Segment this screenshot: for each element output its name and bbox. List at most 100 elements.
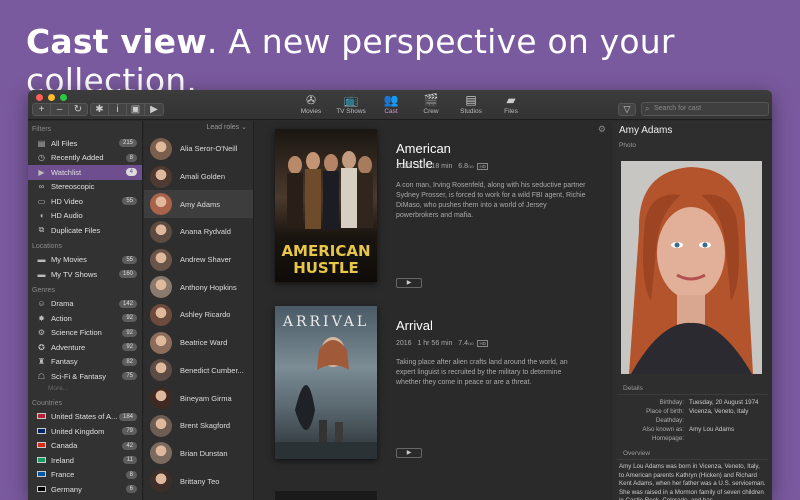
view-tabs: ✇ Movies 📺 TV Shows 👥 Cast 🎬 Crew ▤ Studios ▰ Files [293, 93, 529, 115]
action-button-3[interactable]: ▶ [145, 104, 163, 115]
tab-crew[interactable]: 🎬 Crew [413, 93, 449, 115]
clapper-icon: ▤ [465, 93, 477, 107]
count-badge: 82 [122, 357, 137, 366]
sidebar-item-hd-audio[interactable]: ◖ HD Audio [28, 209, 142, 224]
cast-list-header[interactable]: Lead roles ⌄ [144, 121, 253, 135]
sidebar-item-action[interactable]: ✸ Action 92 [28, 311, 142, 326]
tab-label: Files [504, 108, 518, 115]
tab-studios[interactable]: ▤ Studios [453, 93, 489, 115]
detail-value: Vicenza, Veneto, Italy [689, 408, 749, 415]
avatar [150, 470, 172, 493]
sidebar-item-label: Recently Added [51, 153, 104, 163]
play-trailer-button[interactable]: ▶ [396, 448, 422, 458]
sidebar-item-adventure[interactable]: ✪ Adventure 92 [28, 340, 142, 355]
action-button-0[interactable]: ✱ [91, 104, 109, 115]
edit-button-1[interactable]: – [51, 104, 69, 115]
cast-list-item[interactable]: Andrew Shaver [144, 246, 253, 274]
edit-button-0[interactable]: + [33, 104, 51, 115]
movie-title[interactable]: Arrival [396, 318, 433, 333]
tab-files[interactable]: ▰ Files [493, 93, 529, 115]
tab-label: Cast [384, 108, 398, 115]
avatar [150, 165, 172, 188]
cast-name-label: Amali Golden [180, 172, 226, 182]
scifi-icon: ⚙ [37, 328, 46, 338]
movie-plot: Taking place after alien crafts land aro… [396, 359, 568, 386]
sidebar-item-france[interactable]: France 8 [28, 468, 142, 483]
detail-value: Amy Lou Adams [689, 426, 735, 433]
cast-name-label: Brian Dunstan [180, 448, 228, 458]
cast-list-item[interactable]: Bineyam Girma [144, 384, 253, 412]
cast-list-item[interactable]: Beatrice Ward [144, 329, 253, 357]
movie-meta: 2013 2 hr 18 min 6.8/10 HD [396, 163, 488, 170]
count-badge: 92 [122, 328, 137, 337]
sidebar-item-label: Drama [51, 299, 74, 309]
detail-row: Place of birth: Vicenza, Veneto, Italy [613, 407, 772, 416]
play-icon: ▶ [406, 450, 412, 456]
poster-art [275, 337, 377, 459]
detail-row: Homepage: [613, 434, 772, 443]
detail-key: Deathday: [655, 417, 684, 424]
tab-movies[interactable]: ✇ Movies [293, 93, 329, 115]
edit-button-2[interactable]: ↻ [69, 104, 87, 115]
sidebar-item-germany[interactable]: Germany 6 [28, 482, 142, 497]
sidebar-item-science-fiction[interactable]: ⚙ Science Fiction 92 [28, 326, 142, 341]
sidebar-item-hd-video[interactable]: ▭ HD Video 55 [28, 194, 142, 209]
sidebar-item-my-movies[interactable]: ▬ My Movies 55 [28, 253, 142, 268]
avatar [150, 387, 172, 410]
play-trailer-button[interactable]: ▶ [396, 278, 422, 288]
gear-icon[interactable]: ⚙ [598, 124, 606, 135]
cast-list-item[interactable]: Anana Rydvald [144, 218, 253, 246]
action-icon: ✸ [38, 313, 45, 323]
movie-poster-partial [275, 491, 377, 500]
sidebar-item-ireland[interactable]: Ireland 11 [28, 453, 142, 468]
tv-icon: 📺 [343, 93, 359, 107]
cast-list-item[interactable]: Ashley Ricardo [144, 301, 253, 329]
sidebar-item-my-tv-shows[interactable]: ▬ My TV Shows 160 [28, 267, 142, 282]
sidebar-item-united-states-of-a[interactable]: United States of A... 184 [28, 410, 142, 425]
cast-list-item[interactable]: Brian Dunstan [144, 440, 253, 468]
cast-list-item[interactable]: Anthony Hopkins [144, 273, 253, 301]
cast-list-item[interactable]: Amy Adams [144, 190, 253, 219]
tab-tv-shows[interactable]: 📺 TV Shows [333, 93, 369, 115]
count-badge: 75 [122, 372, 137, 381]
cast-list-item[interactable]: Brent Skagford [144, 412, 253, 440]
cast-list-item[interactable]: Alia Seror-O'Neill [144, 135, 253, 163]
filter-button[interactable]: ▽ [618, 103, 636, 116]
sidebar-item-duplicate-files[interactable]: ⧉ Duplicate Files [28, 223, 142, 238]
detail-key: Also known as: [642, 426, 684, 433]
sidebar-item-all-files[interactable]: ▤ All Files 215 [28, 136, 142, 151]
robot-icon: ☖ [37, 371, 46, 381]
sidebar-item-recently-added[interactable]: ◷ Recently Added 8 [28, 151, 142, 166]
sidebar-item-united-kingdom[interactable]: United Kingdom 79 [28, 424, 142, 439]
cast-name-label: Alia Seror-O'Neill [180, 144, 238, 154]
avatar [150, 303, 172, 326]
sidebar-item-stereoscopic[interactable]: ∞ Stereoscopic [28, 180, 142, 195]
sidebar-item-watchlist[interactable]: ▶ Watchlist 4 [28, 165, 142, 180]
action-button-2[interactable]: ▣ [127, 104, 145, 115]
count-badge: 6 [125, 485, 137, 494]
duplicate-icon: ⧉ [38, 225, 45, 235]
folder-icon: ▰ [506, 93, 516, 107]
sidebar-item-canada[interactable]: Canada 42 [28, 439, 142, 454]
zoom-window-button[interactable] [60, 94, 67, 101]
close-window-button[interactable] [36, 94, 43, 101]
minimize-window-button[interactable] [48, 94, 55, 101]
action-button-1[interactable]: i [109, 104, 127, 115]
cast-list-item[interactable]: Brittany Teo [144, 467, 253, 495]
tab-label: Crew [423, 108, 439, 115]
sidebar-item-sci-fi-fantasy[interactable]: ☖ Sci-Fi & Fantasy 75 [28, 369, 142, 384]
sidebar-item-drama[interactable]: ☺ Drama 142 [28, 297, 142, 312]
detail-row: Birthday: Tuesday, 20 August 1974 [613, 398, 772, 407]
cast-name-label: Beatrice Ward [180, 338, 228, 348]
cast-list-item[interactable]: Amali Golden [144, 163, 253, 191]
search-input[interactable]: ⌕ Search for cast [641, 102, 769, 116]
people-icon: 👥 [383, 93, 399, 107]
genres-more-link[interactable]: More... [28, 384, 142, 395]
tab-cast[interactable]: 👥 Cast [373, 93, 409, 115]
cast-name-label: Anthony Hopkins [180, 282, 237, 292]
cast-list-item[interactable]: Benedict Cumber... [144, 357, 253, 385]
sidebar-item-fantasy[interactable]: ♜ Fantasy 82 [28, 355, 142, 370]
search-placeholder: Search for cast [654, 105, 702, 112]
play-icon: ▶ [406, 280, 412, 286]
avatar [150, 442, 172, 465]
